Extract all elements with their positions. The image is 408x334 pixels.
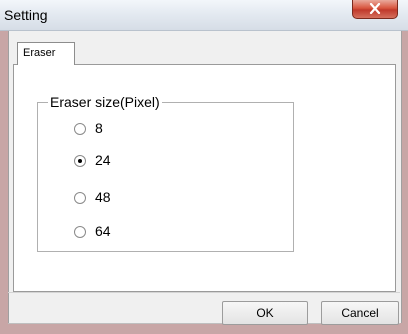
eraser-size-group-title: Eraser size(Pixel): [48, 94, 162, 110]
radio-label: 8: [95, 120, 103, 136]
close-icon: [369, 3, 381, 14]
radio-button[interactable]: [74, 226, 86, 238]
radio-label: 64: [95, 223, 111, 239]
cancel-button[interactable]: Cancel: [321, 301, 399, 325]
tab-eraser[interactable]: Eraser: [17, 42, 75, 65]
tab-eraser-label: Eraser: [23, 47, 56, 59]
radio-label: 24: [95, 152, 111, 168]
title-bar[interactable]: Setting: [0, 0, 408, 31]
radio-button[interactable]: [74, 123, 86, 135]
radio-button-selected[interactable]: [74, 155, 86, 167]
window-border-bottom: [0, 324, 408, 334]
ok-button[interactable]: OK: [222, 301, 308, 325]
window-border-left: [0, 31, 8, 334]
window-title: Setting: [4, 7, 48, 23]
radio-button[interactable]: [74, 192, 86, 204]
footer-separator: [8, 292, 400, 293]
close-button[interactable]: [352, 0, 398, 19]
settings-window: Setting Eraser Eraser size(Pixel) 8 24 4…: [0, 0, 408, 334]
radio-label: 48: [95, 189, 111, 205]
